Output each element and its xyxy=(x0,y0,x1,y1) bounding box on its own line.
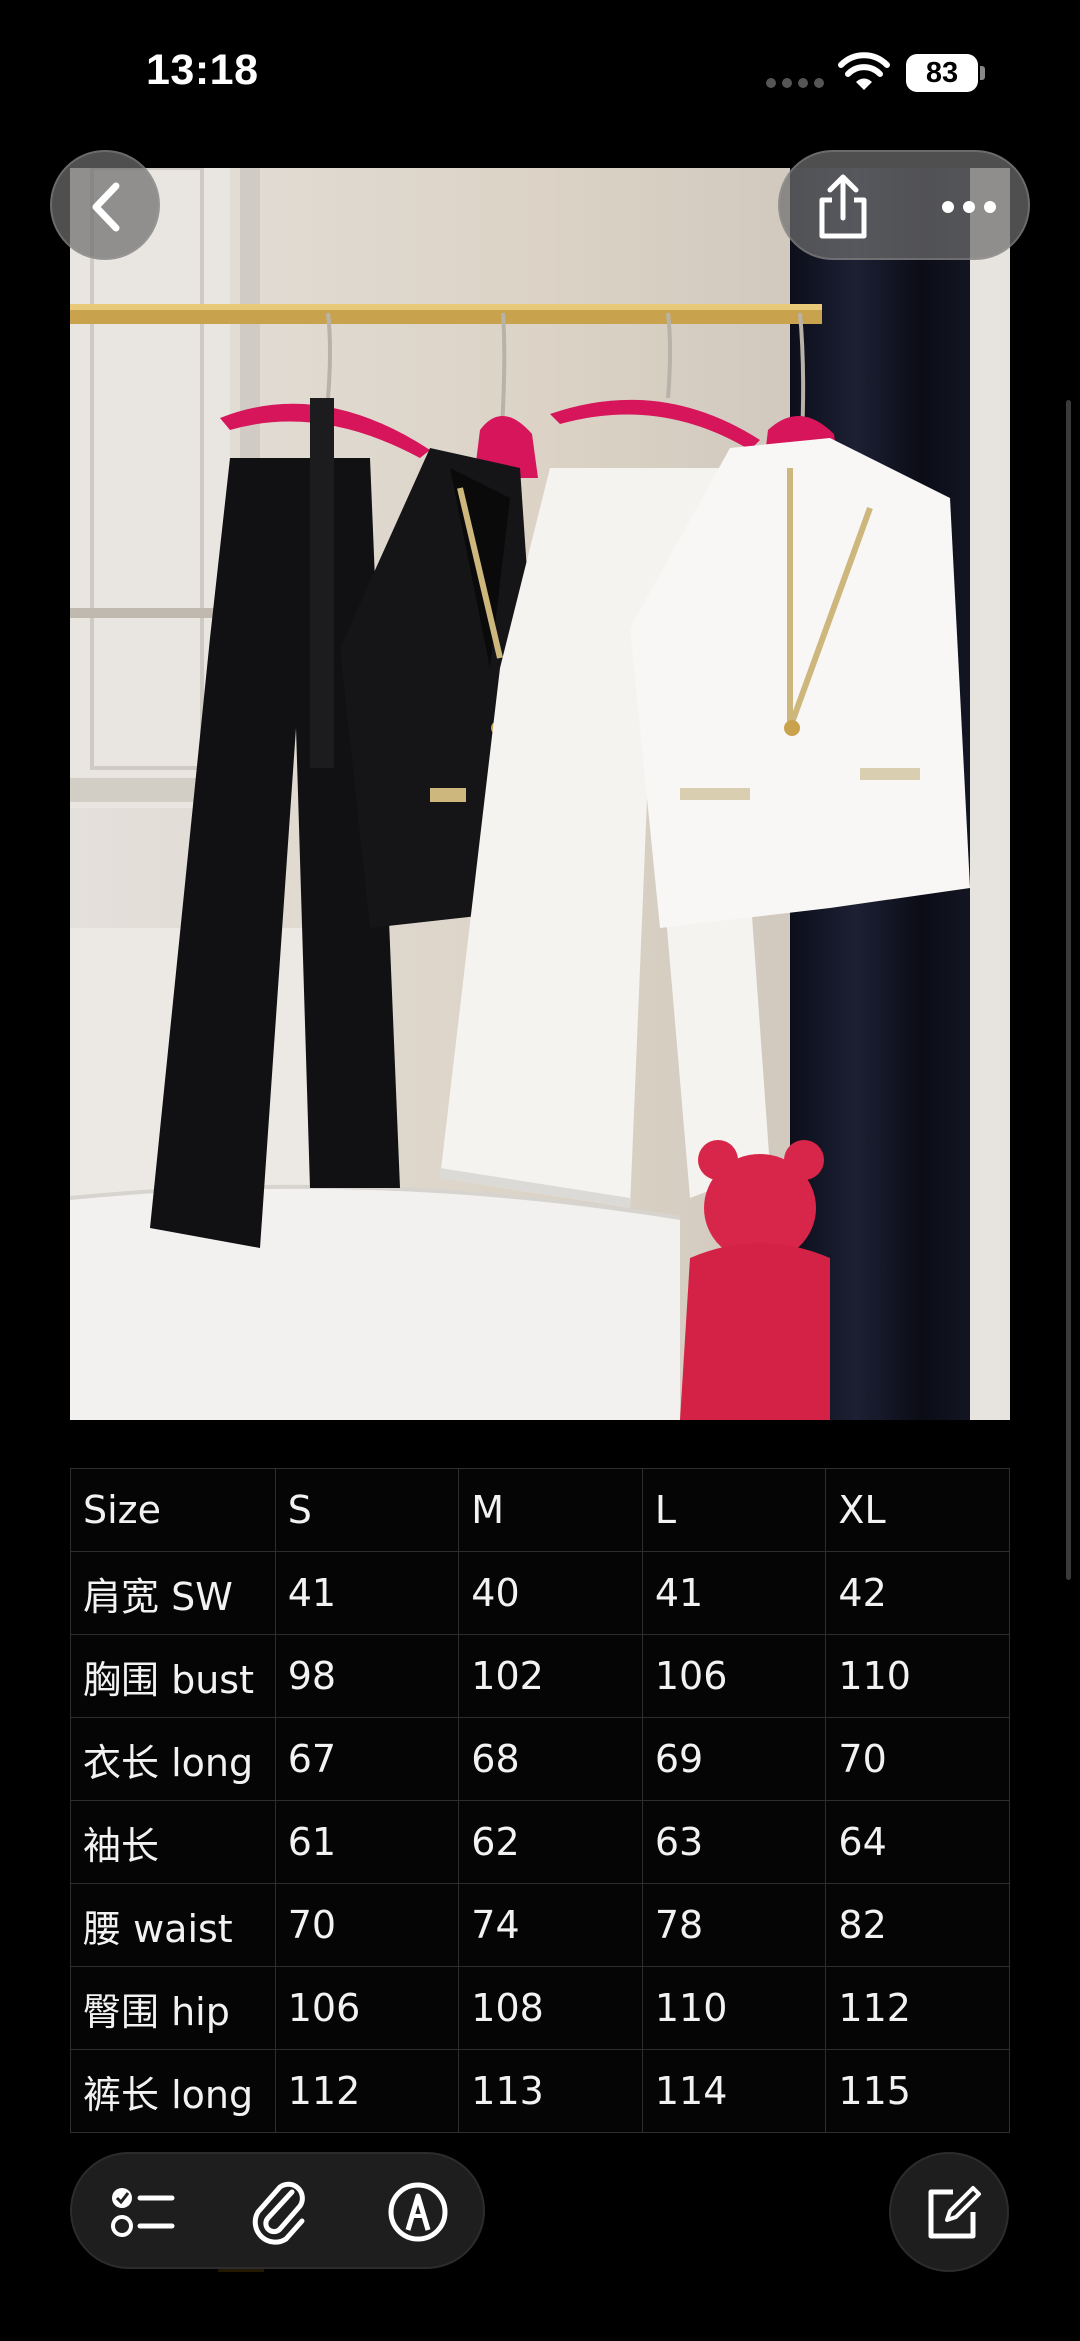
table-cell: M xyxy=(458,1468,643,1552)
table-cell: 肩宽 SW xyxy=(70,1551,276,1635)
table-row: 袖长 61 62 63 64 xyxy=(70,1800,1010,1884)
table-row: 衣长 long 67 68 69 70 xyxy=(70,1717,1010,1801)
table-cell: 113 xyxy=(458,2049,643,2133)
paperclip-icon xyxy=(252,2181,305,2245)
table-cell: 70 xyxy=(274,1883,460,1967)
action-pill xyxy=(778,150,1030,260)
table-header-row: Size S M L XL xyxy=(70,1468,1010,1552)
table-cell: Size xyxy=(70,1468,276,1552)
checklist-icon xyxy=(111,2188,175,2237)
table-cell: 41 xyxy=(274,1551,460,1635)
table-cell: 106 xyxy=(274,1966,460,2050)
battery-indicator: 83 xyxy=(906,54,978,92)
table-cell: 63 xyxy=(641,1800,827,1884)
table-cell: 臀围 hip xyxy=(70,1966,276,2050)
scrollbar[interactable] xyxy=(1066,400,1071,1580)
table-cell: 67 xyxy=(274,1717,460,1801)
share-icon xyxy=(819,174,867,239)
table-cell: S xyxy=(274,1468,460,1552)
table-cell: 61 xyxy=(274,1800,460,1884)
table-cell: 74 xyxy=(458,1883,643,1967)
table-cell: 衣长 long xyxy=(70,1717,276,1801)
more-horizontal-icon xyxy=(942,201,996,213)
cellular-signal-icon xyxy=(766,78,824,88)
attach-button[interactable] xyxy=(240,2172,320,2252)
table-cell: 袖长 xyxy=(70,1800,276,1884)
table-cell: 62 xyxy=(458,1800,643,1884)
table-row: 裤长 long 112 113 114 115 xyxy=(70,2049,1010,2133)
table-cell: 41 xyxy=(641,1551,827,1635)
table-cell: 98 xyxy=(274,1634,460,1718)
table-cell: 110 xyxy=(641,1966,827,2050)
more-button[interactable] xyxy=(926,164,1012,250)
table-cell: 裤长 long xyxy=(70,2049,276,2133)
table-cell: 112 xyxy=(274,2049,460,2133)
table-cell: 42 xyxy=(825,1551,1010,1635)
table-cell: 110 xyxy=(825,1634,1010,1718)
battery-tip xyxy=(980,66,985,80)
table-row: 胸围 bust 98 102 106 110 xyxy=(70,1634,1010,1718)
table-cell: 112 xyxy=(825,1966,1010,2050)
table-row: 肩宽 SW 41 40 41 42 xyxy=(70,1551,1010,1635)
table-cell: 胸围 bust xyxy=(70,1634,276,1718)
table-cell: L xyxy=(641,1468,827,1552)
compose-button[interactable] xyxy=(889,2152,1009,2272)
wifi-icon xyxy=(838,52,890,90)
chevron-left-icon xyxy=(92,182,120,232)
table-row: 腰 waist 70 74 78 82 xyxy=(70,1883,1010,1967)
table-cell: 68 xyxy=(458,1717,643,1801)
table-cell: 69 xyxy=(641,1717,827,1801)
clothing-rack-image xyxy=(70,168,1010,1420)
table-cell: 102 xyxy=(458,1634,643,1718)
table-cell: 82 xyxy=(825,1883,1010,1967)
table-cell: 70 xyxy=(825,1717,1010,1801)
back-button[interactable] xyxy=(50,150,160,260)
product-photo[interactable] xyxy=(70,168,1010,1420)
table-cell: 106 xyxy=(641,1634,827,1718)
share-button[interactable] xyxy=(800,164,886,250)
table-cell: 腰 waist xyxy=(70,1883,276,1967)
table-cell: XL xyxy=(825,1468,1010,1552)
pen-circle-icon xyxy=(388,2182,448,2242)
bottom-toolbar xyxy=(70,2152,485,2269)
checklist-button[interactable] xyxy=(102,2172,182,2252)
table-row: 臀围 hip 106 108 110 112 xyxy=(70,1966,1010,2050)
markup-button[interactable] xyxy=(378,2172,458,2252)
table-cell: 78 xyxy=(641,1883,827,1967)
table-cell: 108 xyxy=(458,1966,643,2050)
status-time: 13:18 xyxy=(146,46,259,94)
size-chart-table: Size S M L XL 肩宽 SW 41 40 41 42 胸围 bust … xyxy=(70,1468,1010,2133)
table-cell: 115 xyxy=(825,2049,1010,2133)
table-cell: 64 xyxy=(825,1800,1010,1884)
table-cell: 114 xyxy=(641,2049,827,2133)
table-cell: 40 xyxy=(458,1551,643,1635)
compose-icon xyxy=(928,2186,981,2239)
